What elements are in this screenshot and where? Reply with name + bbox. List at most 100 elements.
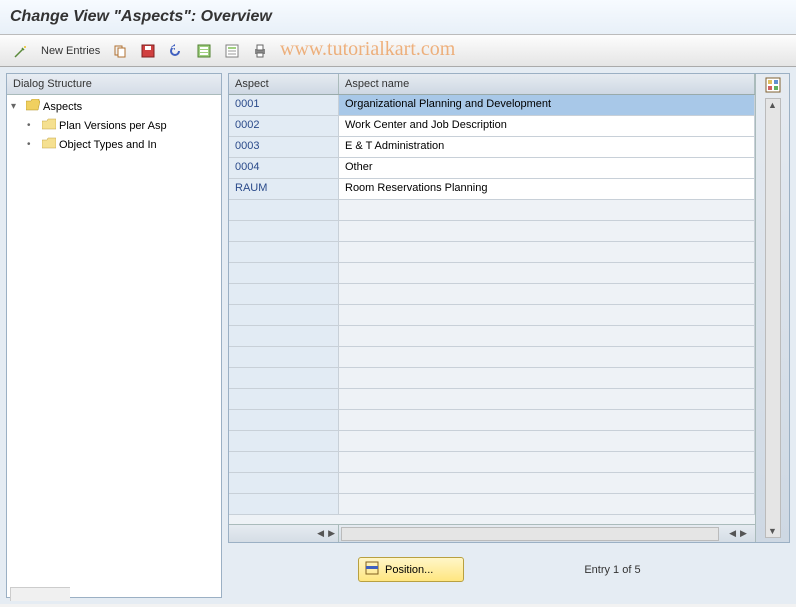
table-row[interactable] (229, 326, 755, 347)
deselect-all-button[interactable] (219, 40, 245, 62)
cell-aspect-name[interactable]: Other (339, 158, 755, 178)
table-row[interactable] (229, 494, 755, 515)
tree-item-aspects[interactable]: ▾ Aspects (7, 97, 221, 116)
cell-aspect[interactable]: 0001 (229, 95, 339, 115)
tree-header: Dialog Structure (7, 74, 221, 95)
cell-aspect-name[interactable] (339, 284, 755, 304)
undo-icon (168, 43, 184, 59)
cell-aspect-name[interactable] (339, 473, 755, 493)
cell-aspect[interactable] (229, 284, 339, 304)
cell-aspect[interactable] (229, 410, 339, 430)
cell-aspect-name[interactable] (339, 431, 755, 451)
cell-aspect[interactable] (229, 389, 339, 409)
table-row[interactable] (229, 305, 755, 326)
undo-button[interactable] (163, 40, 189, 62)
footer-row: Position... Entry 1 of 5 (228, 543, 790, 596)
cell-aspect[interactable] (229, 326, 339, 346)
print-button[interactable] (247, 40, 273, 62)
bullet-icon: • (27, 139, 39, 150)
position-button[interactable]: Position... (358, 557, 464, 582)
cell-aspect[interactable] (229, 452, 339, 472)
cell-aspect[interactable] (229, 263, 339, 283)
content-panel: Aspect Aspect name 0001Organizational Pl… (226, 69, 794, 602)
expand-icon[interactable]: ▾ (11, 101, 23, 112)
scroll-down-icon[interactable]: ▼ (767, 525, 778, 537)
new-entries-button[interactable]: New Entries (36, 42, 105, 60)
deselect-icon (224, 43, 240, 59)
save-button[interactable] (135, 40, 161, 62)
copy-button[interactable] (107, 40, 133, 62)
column-header-aspect[interactable]: Aspect (229, 74, 339, 94)
table-row[interactable] (229, 368, 755, 389)
cell-aspect-name[interactable] (339, 305, 755, 325)
table-row[interactable] (229, 242, 755, 263)
cell-aspect[interactable] (229, 431, 339, 451)
toggle-button[interactable] (8, 40, 34, 62)
dialog-structure-panel: Dialog Structure ▾ Aspects • Plan Versio… (6, 73, 222, 598)
entry-count-text: Entry 1 of 5 (584, 564, 640, 576)
cell-aspect[interactable]: RAUM (229, 179, 339, 199)
table-row[interactable] (229, 221, 755, 242)
scroll-right-end-icon[interactable]: ▶ (739, 527, 748, 540)
scroll-left-end-icon[interactable]: ◀ (728, 527, 737, 540)
cell-aspect[interactable] (229, 368, 339, 388)
cell-aspect[interactable] (229, 494, 339, 514)
cell-aspect-name[interactable] (339, 221, 755, 241)
cell-aspect-name[interactable]: E & T Administration (339, 137, 755, 157)
cell-aspect[interactable] (229, 305, 339, 325)
cell-aspect[interactable]: 0002 (229, 116, 339, 136)
position-label: Position... (385, 564, 433, 576)
table-row[interactable]: RAUMRoom Reservations Planning (229, 179, 755, 200)
cell-aspect-name[interactable] (339, 494, 755, 514)
tree-label: Object Types and In (59, 139, 157, 151)
table-row[interactable] (229, 410, 755, 431)
cell-aspect-name[interactable] (339, 242, 755, 262)
cell-aspect-name[interactable] (339, 200, 755, 220)
table-row[interactable] (229, 200, 755, 221)
tree-item-object-types[interactable]: • Object Types and In (7, 135, 221, 154)
table-row[interactable]: 0001Organizational Planning and Developm… (229, 95, 755, 116)
new-entries-label: New Entries (41, 45, 100, 57)
table-row[interactable] (229, 473, 755, 494)
bullet-icon: • (27, 120, 39, 131)
scroll-right-icon[interactable]: ▶ (327, 527, 336, 540)
cell-aspect[interactable] (229, 221, 339, 241)
table-row[interactable]: 0003E & T Administration (229, 137, 755, 158)
cell-aspect-name[interactable] (339, 410, 755, 430)
cell-aspect[interactable] (229, 347, 339, 367)
cell-aspect-name[interactable]: Room Reservations Planning (339, 179, 755, 199)
cell-aspect[interactable] (229, 473, 339, 493)
column-header-name[interactable]: Aspect name (339, 74, 755, 94)
cell-aspect-name[interactable] (339, 263, 755, 283)
cell-aspect-name[interactable]: Work Center and Job Description (339, 116, 755, 136)
toolbar: New Entries (0, 35, 796, 67)
scroll-left-icon[interactable]: ◀ (316, 527, 325, 540)
scroll-track[interactable] (341, 527, 719, 541)
tree-item-plan-versions[interactable]: • Plan Versions per Asp (7, 116, 221, 135)
table-row[interactable] (229, 389, 755, 410)
cell-aspect-name[interactable] (339, 347, 755, 367)
table-row[interactable]: 0002Work Center and Job Description (229, 116, 755, 137)
cell-aspect-name[interactable] (339, 368, 755, 388)
cell-aspect[interactable] (229, 242, 339, 262)
table-row[interactable] (229, 284, 755, 305)
folder-closed-icon (42, 118, 56, 133)
table-row[interactable] (229, 452, 755, 473)
table-row[interactable] (229, 347, 755, 368)
table-row[interactable] (229, 263, 755, 284)
table-settings-button[interactable] (764, 76, 782, 94)
cell-aspect[interactable] (229, 200, 339, 220)
cell-aspect[interactable]: 0003 (229, 137, 339, 157)
vertical-scrollbar[interactable]: ▲ ▼ (765, 98, 781, 538)
tree-label: Aspects (43, 101, 82, 113)
cell-aspect[interactable]: 0004 (229, 158, 339, 178)
horizontal-scrollbar[interactable]: ◀ ▶ ◀ ▶ (229, 524, 755, 542)
cell-aspect-name[interactable] (339, 452, 755, 472)
select-all-button[interactable] (191, 40, 217, 62)
scroll-up-icon[interactable]: ▲ (767, 99, 778, 111)
table-row[interactable] (229, 431, 755, 452)
cell-aspect-name[interactable]: Organizational Planning and Development (339, 95, 755, 115)
cell-aspect-name[interactable] (339, 326, 755, 346)
cell-aspect-name[interactable] (339, 389, 755, 409)
table-row[interactable]: 0004Other (229, 158, 755, 179)
